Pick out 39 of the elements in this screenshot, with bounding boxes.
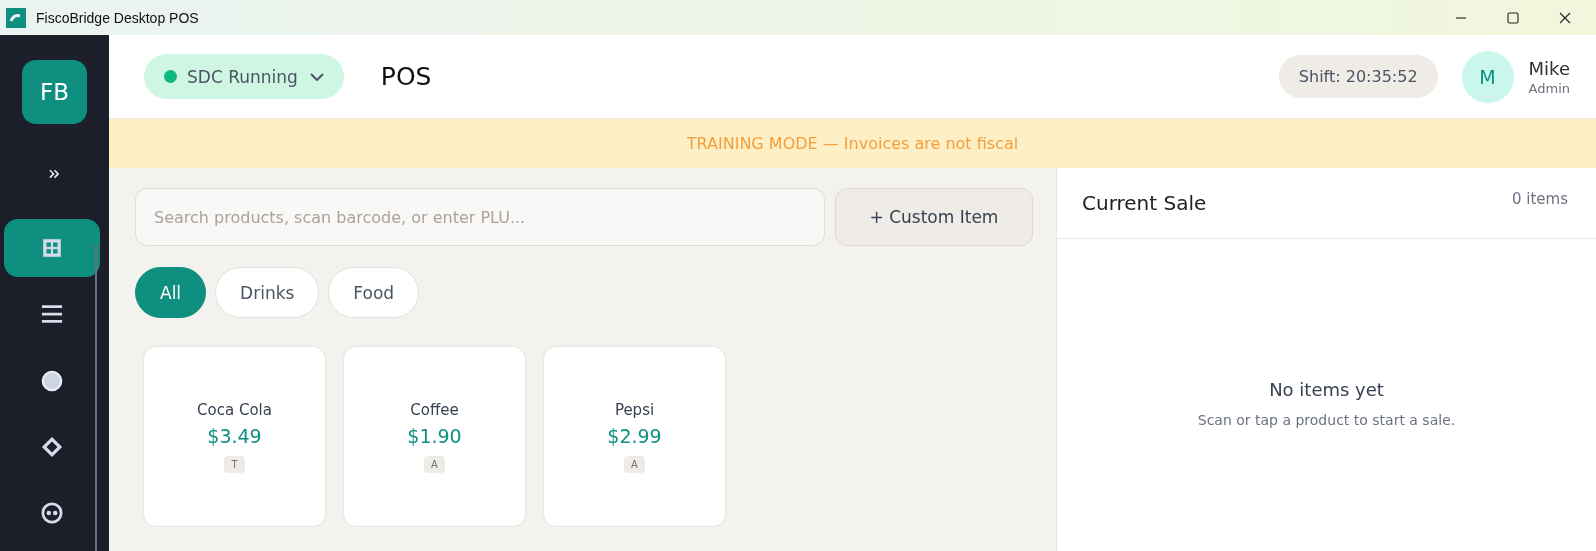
category-tab[interactable]: Drinks: [215, 267, 320, 318]
app-icon: [6, 7, 26, 28]
tax-tag: A: [624, 455, 645, 473]
product-price: $1.90: [407, 424, 462, 447]
user-role: Admin: [1528, 80, 1570, 96]
user-name: Mike: [1528, 57, 1570, 79]
empty-title: No items yet: [1269, 379, 1384, 400]
product-name: Coffee: [410, 400, 459, 419]
product-card[interactable]: Coca Cola $3.49 T: [143, 346, 326, 527]
circle-icon: [41, 369, 63, 392]
product-name: Coca Cola: [197, 400, 272, 419]
nav-item[interactable]: [4, 219, 100, 277]
category-tab[interactable]: Food: [328, 267, 420, 318]
diamond-icon: [41, 435, 63, 458]
user-avatar[interactable]: M: [1461, 50, 1514, 103]
tax-tag: T: [224, 455, 245, 473]
sale-title: Current Sale: [1082, 191, 1207, 215]
item-count: 0 items: [1512, 190, 1568, 208]
product-price: $3.49: [207, 424, 262, 447]
product-name: Pepsi: [614, 400, 655, 419]
tax-tag: A: [424, 455, 445, 473]
chevron-down-icon: [309, 72, 324, 81]
product-price: $2.99: [607, 424, 662, 447]
logo: FB: [22, 60, 87, 125]
expand-icon[interactable]: [49, 169, 60, 180]
window-title: FiscoBridge Desktop POS: [36, 9, 199, 26]
status-dropdown[interactable]: SDC Running: [144, 54, 344, 99]
face-icon: [41, 502, 63, 525]
custom-item-button[interactable]: + Custom Item: [835, 188, 1033, 246]
training-banner: TRAINING MODE — Invoices are not fiscal: [109, 119, 1596, 168]
empty-text: Scan or tap a product to start a sale.: [1197, 412, 1456, 428]
menu-icon: [41, 303, 63, 326]
grid-icon: [41, 236, 63, 259]
page-title: POS: [380, 62, 432, 91]
shift-timer: Shift: 20:35:52: [1278, 55, 1438, 98]
search-field[interactable]: Search products, scan barcode, or enter PLU...: [135, 188, 825, 246]
product-card[interactable]: Pepsi $2.99 A: [543, 346, 726, 527]
product-card[interactable]: Coffee $1.90 A: [343, 346, 526, 527]
category-tab[interactable]: All: [135, 267, 207, 318]
